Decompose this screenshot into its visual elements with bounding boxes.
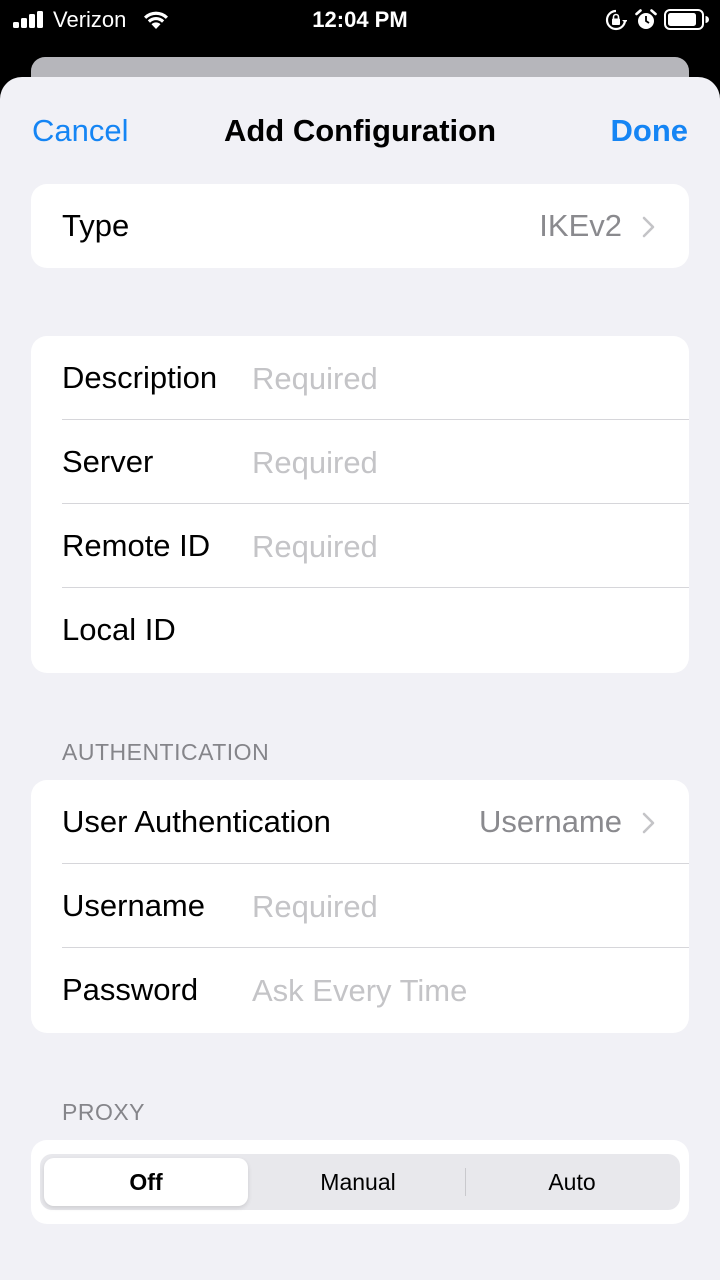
proxy-segmented-control: Off Manual Auto [40, 1154, 680, 1210]
server-label: Server [62, 444, 154, 479]
type-row[interactable]: Type IKEv2 [31, 184, 689, 268]
user-authentication-value: Username [479, 804, 622, 839]
add-configuration-sheet: Cancel Add Configuration Done Type IKEv2… [0, 77, 720, 1280]
chevron-right-icon [642, 812, 655, 834]
local-id-label: Local ID [62, 612, 176, 647]
alarm-icon [635, 9, 657, 29]
proxy-header: PROXY [62, 1099, 146, 1125]
remote-id-label: Remote ID [62, 528, 211, 563]
username-input[interactable] [252, 888, 652, 926]
user-authentication-label: User Authentication [62, 804, 331, 839]
battery-icon [664, 9, 709, 30]
authentication-group: User Authentication Username Username Pa… [31, 780, 689, 1033]
proxy-option-manual[interactable]: Manual [252, 1154, 464, 1210]
password-input[interactable] [252, 972, 652, 1010]
remote-id-input[interactable] [252, 528, 652, 566]
password-row: Password [31, 948, 689, 1032]
username-row: Username [31, 864, 689, 948]
proxy-option-auto[interactable]: Auto [466, 1154, 678, 1210]
status-bar: Verizon 12:04 PM [0, 0, 720, 40]
local-id-row: Local ID [31, 588, 689, 672]
proxy-option-off[interactable]: Off [44, 1158, 248, 1206]
user-authentication-row[interactable]: User Authentication Username [31, 780, 689, 864]
server-input[interactable] [252, 444, 652, 482]
done-button[interactable]: Done [611, 113, 689, 149]
navigation-bar: Cancel Add Configuration Done [0, 77, 720, 185]
type-group: Type IKEv2 [31, 184, 689, 268]
username-label: Username [62, 888, 205, 923]
description-input[interactable] [252, 360, 652, 398]
type-label: Type [62, 208, 130, 243]
description-row: Description [31, 336, 689, 420]
cancel-button[interactable]: Cancel [32, 113, 129, 149]
description-label: Description [62, 360, 218, 395]
rotation-lock-icon [605, 9, 627, 31]
server-fields-group: Description Server Remote ID Local ID [31, 336, 689, 673]
local-id-input[interactable] [252, 612, 652, 650]
remote-id-row: Remote ID [31, 504, 689, 588]
server-row: Server [31, 420, 689, 504]
authentication-header: AUTHENTICATION [62, 739, 270, 765]
proxy-group: Off Manual Auto [31, 1140, 689, 1224]
type-value: IKEv2 [539, 208, 622, 243]
password-label: Password [62, 972, 199, 1007]
chevron-right-icon [642, 216, 655, 238]
